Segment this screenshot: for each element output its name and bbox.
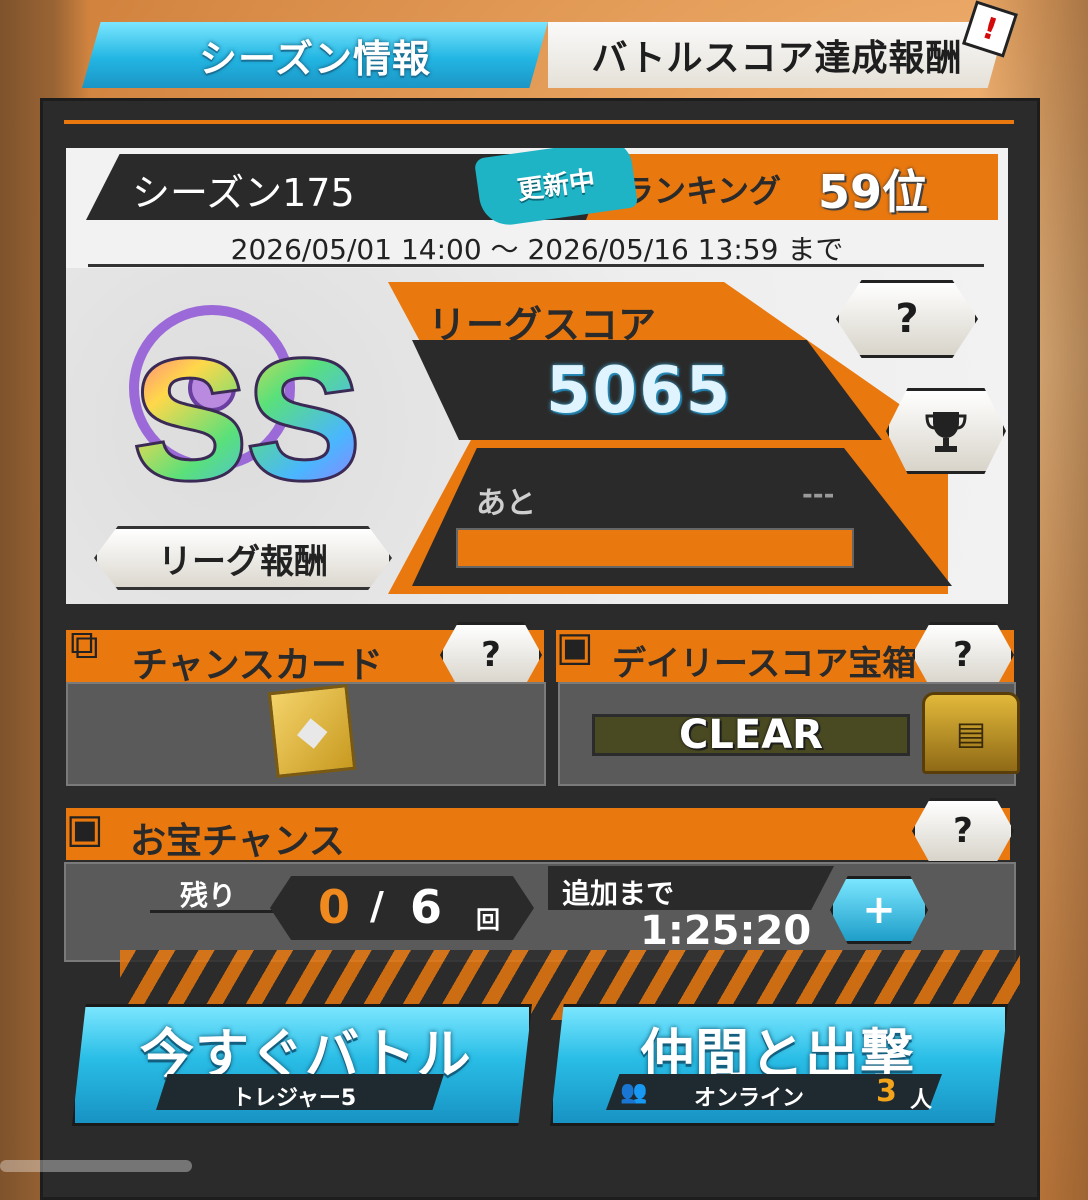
chest-icon: ▣	[66, 806, 104, 852]
league-progress-fill	[458, 530, 852, 566]
attempts-unit: 回	[476, 906, 500, 934]
league-progress-bar	[456, 528, 854, 568]
ranking-value: 59位	[818, 165, 929, 219]
add-timer-value: 1:25:20	[640, 908, 812, 954]
daily-score-chest-help-button[interactable]: ?	[912, 622, 1014, 688]
online-label: オンライン	[694, 1086, 805, 1111]
divider	[150, 910, 274, 913]
trophy-button[interactable]	[886, 388, 1006, 474]
add-timer-label: 追加まで	[562, 877, 675, 910]
card-icon: ⧉	[70, 622, 99, 668]
daily-score-status: CLEAR	[592, 712, 910, 758]
trophy-icon	[925, 412, 967, 452]
remaining-value: ---	[802, 480, 835, 510]
battle-now-stage: トレジャー5	[232, 1086, 357, 1111]
online-unit: 人	[910, 1088, 933, 1113]
treasure-chance-help-button[interactable]: ?	[912, 798, 1014, 864]
panel-accent-stripe	[64, 120, 1014, 124]
league-score-label: リーグスコア	[428, 303, 657, 347]
ranking-label: ランキング	[622, 172, 782, 210]
chest-icon: ▣	[556, 624, 594, 670]
league-reward-button[interactable]: リーグ報酬	[94, 526, 392, 590]
daily-score-chest-title: デイリースコア宝箱	[612, 644, 917, 684]
league-help-button[interactable]: ?	[836, 280, 978, 358]
treasure-chest-item[interactable]: ▤	[922, 692, 1020, 774]
league-rank-text: SS	[134, 325, 361, 515]
home-indicator	[0, 1160, 192, 1172]
chance-card-title: チャンスカード	[132, 645, 383, 686]
tab-season-info[interactable]: シーズン情報	[82, 22, 548, 88]
tab-battle-score-rewards[interactable]: バトルスコア達成報酬	[548, 22, 1006, 88]
remaining-label: あと	[476, 486, 536, 521]
league-score-value: 5065	[546, 354, 733, 428]
treasure-chance-title: お宝チャンス	[130, 821, 345, 862]
divider	[88, 264, 984, 267]
season-title: シーズン175	[132, 171, 355, 215]
online-count: 3	[876, 1074, 897, 1109]
chance-card-help-button[interactable]: ?	[440, 622, 542, 688]
add-attempts-button[interactable]: +	[830, 876, 928, 944]
season-date-range: 2026/05/01 14:00 ～ 2026/05/16 13:59 まで	[230, 233, 844, 266]
remaining-attempts-label: 残り	[180, 879, 237, 912]
league-rank-emblem: SS	[129, 305, 363, 518]
attempts-current: 0	[318, 880, 351, 934]
attempts-slash: /	[370, 884, 384, 928]
attempts-total: 6	[410, 880, 443, 934]
season-card: シーズン175 ランキング 59位 更新中 2026/05/01 14:00 ～…	[66, 148, 1008, 604]
chance-card-item[interactable]: ◆	[267, 684, 357, 778]
team-icon: 👥	[620, 1080, 648, 1105]
